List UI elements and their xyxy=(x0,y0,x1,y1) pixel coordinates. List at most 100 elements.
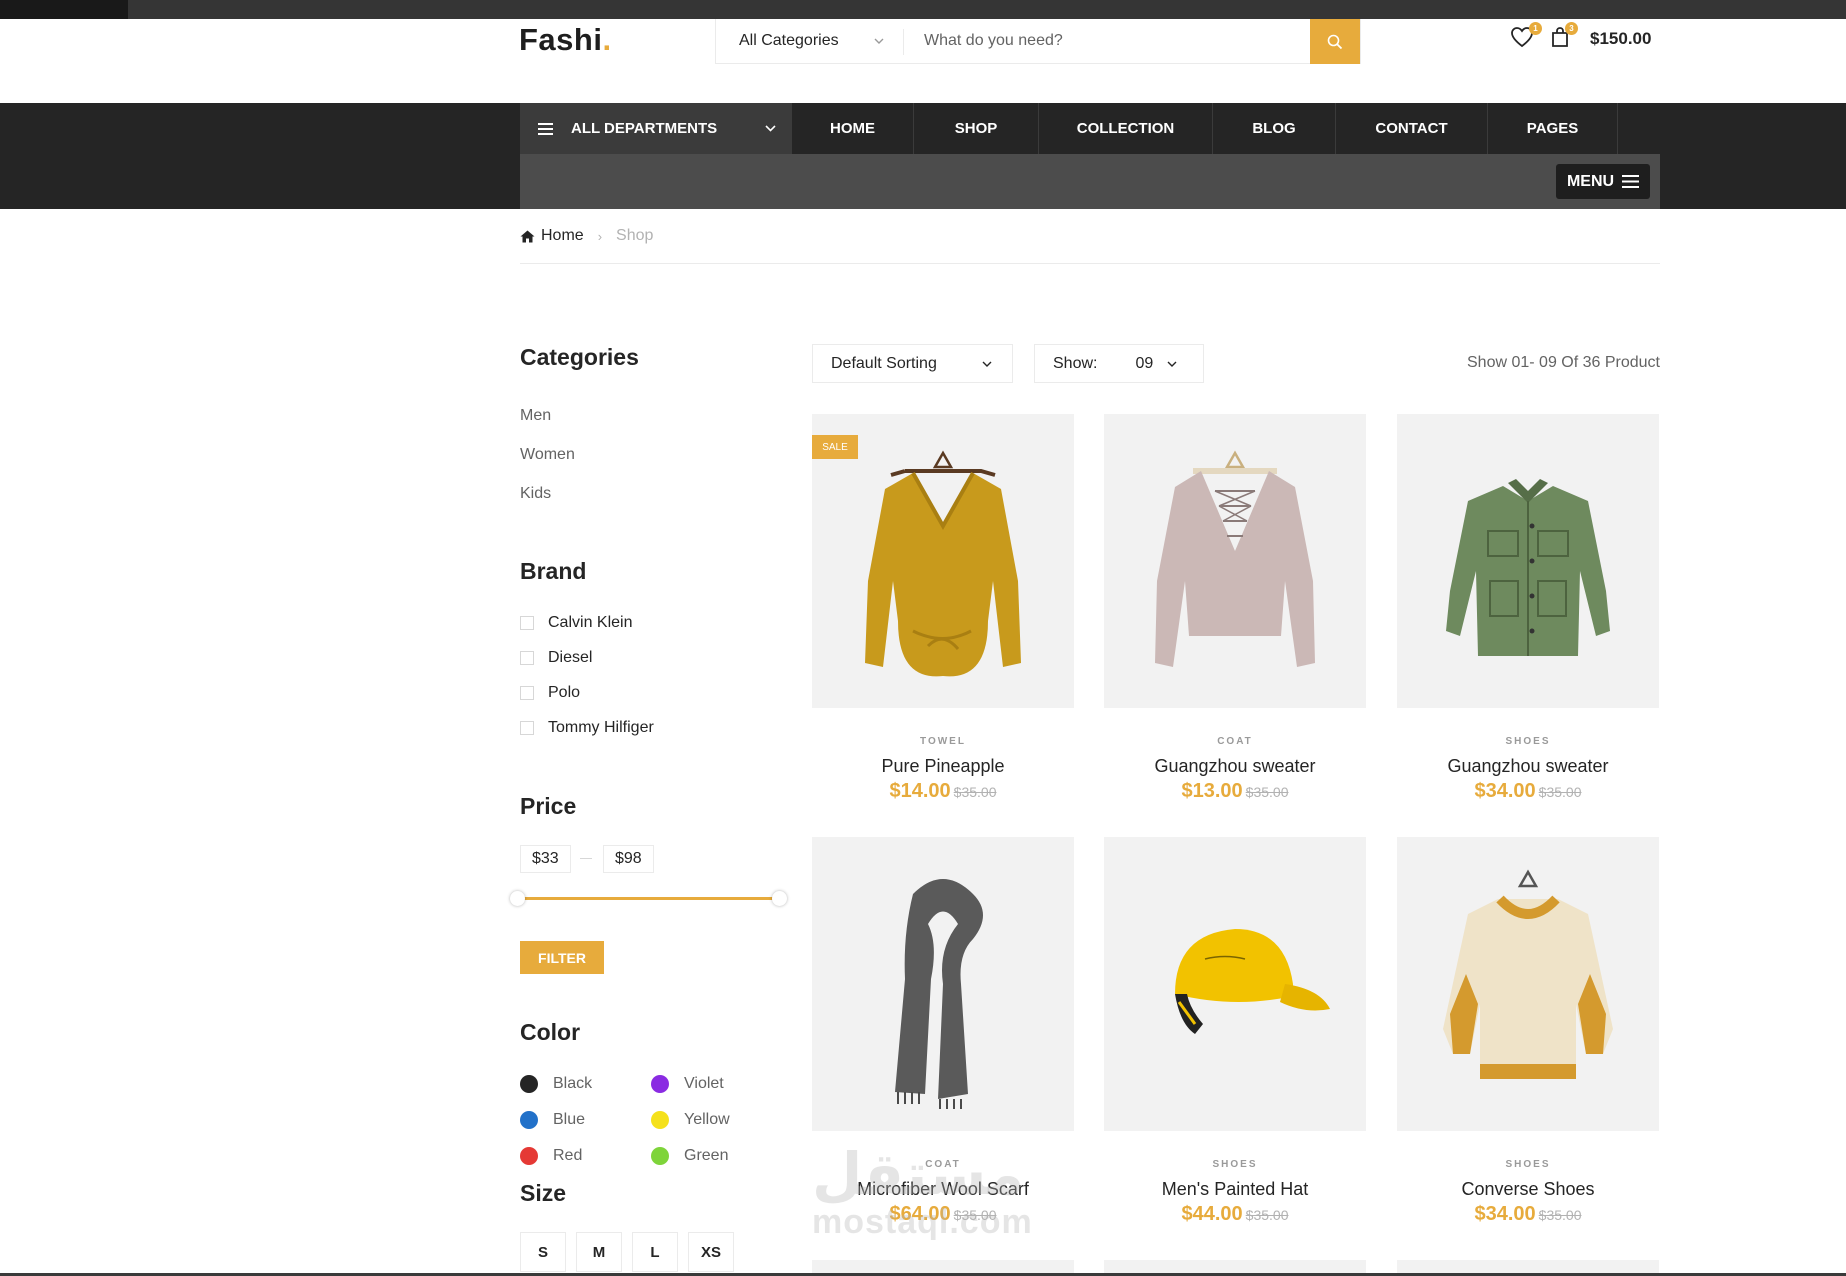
nav-item-shop[interactable]: SHOP xyxy=(914,103,1039,154)
category-select[interactable]: All Categories xyxy=(716,19,903,63)
checkbox[interactable] xyxy=(520,616,534,630)
cart-total[interactable]: $150.00 xyxy=(1590,29,1651,49)
product-image[interactable] xyxy=(812,837,1074,1131)
product-current-price: $64.00 xyxy=(889,1203,951,1225)
breadcrumb-divider xyxy=(520,263,1660,264)
all-departments-label: ALL DEPARTMENTS xyxy=(571,120,718,137)
result-count: Show 01- 09 Of 36 Product xyxy=(1467,354,1660,371)
show-value: 09 xyxy=(1135,354,1154,372)
color-swatch xyxy=(520,1147,538,1165)
product-price: $64.00 $35.00 xyxy=(812,1203,1074,1226)
all-departments-dropdown[interactable]: ALL DEPARTMENTS xyxy=(520,103,792,154)
size-option-s[interactable]: S xyxy=(520,1232,566,1272)
sorting-select[interactable]: Default Sorting xyxy=(812,344,1013,383)
brand-option-tommy-hilfiger[interactable]: Tommy Hilfiger xyxy=(520,719,654,737)
price-max-input[interactable]: $98 xyxy=(603,845,654,873)
product-category[interactable]: SHOES xyxy=(1104,1159,1366,1170)
mobile-menu-bar: MENU xyxy=(520,154,1660,209)
price-range-min-handle[interactable] xyxy=(510,891,525,906)
category-link-women[interactable]: Women xyxy=(520,446,575,464)
price-range-dash xyxy=(580,858,592,859)
product-card[interactable]: SHOES Guangzhou sweater $34.00 $35.00 xyxy=(1397,414,1659,803)
category-link-kids[interactable]: Kids xyxy=(520,485,551,503)
product-category[interactable]: COAT xyxy=(1104,736,1366,747)
product-card[interactable]: SALE TOWEL Pure Pineapple $14.00 $35.00 xyxy=(812,414,1074,803)
product-card[interactable]: SHOES Converse Shoes $34.00 $35.00 xyxy=(1397,837,1659,1226)
nav-item-home[interactable]: HOME xyxy=(792,103,914,154)
breadcrumb-current: Shop xyxy=(616,227,654,244)
product-image[interactable] xyxy=(1397,414,1659,708)
product-current-price: $14.00 xyxy=(889,780,951,802)
filter-button[interactable]: FILTER xyxy=(520,941,604,974)
price-title: Price xyxy=(520,793,577,819)
breadcrumb-home[interactable]: Home xyxy=(541,227,584,245)
color-option-blue[interactable]: Blue xyxy=(520,1111,585,1129)
checkbox[interactable] xyxy=(520,721,534,735)
search-bar: All Categories xyxy=(715,19,1361,64)
color-option-green[interactable]: Green xyxy=(651,1147,728,1165)
product-old-price: $35.00 xyxy=(1245,1207,1289,1223)
product-current-price: $13.00 xyxy=(1181,780,1243,802)
lilac-sweater-image xyxy=(1155,450,1315,667)
hamburger-icon xyxy=(538,122,553,135)
checkbox[interactable] xyxy=(520,651,534,665)
color-label: Violet xyxy=(684,1075,724,1092)
product-card[interactable]: COAT Guangzhou sweater $13.00 $35.00 xyxy=(1104,414,1366,803)
nav-item-collection[interactable]: COLLECTION xyxy=(1039,103,1213,154)
product-image[interactable] xyxy=(1397,837,1659,1131)
size-option-m[interactable]: M xyxy=(576,1232,622,1272)
product-name[interactable]: Converse Shoes xyxy=(1397,1179,1659,1200)
product-price: $34.00 $35.00 xyxy=(1397,1203,1659,1226)
cart-button[interactable]: 3 xyxy=(1550,22,1578,52)
product-category[interactable]: SHOES xyxy=(1397,736,1659,747)
category-select-value: All Categories xyxy=(739,32,839,49)
product-name[interactable]: Men's Painted Hat xyxy=(1104,1179,1366,1200)
product-image[interactable] xyxy=(1104,837,1366,1131)
brand-option-diesel[interactable]: Diesel xyxy=(520,649,592,667)
color-option-red[interactable]: Red xyxy=(520,1147,582,1165)
sale-badge: SALE xyxy=(812,435,858,459)
product-image[interactable] xyxy=(1104,414,1366,708)
color-option-violet[interactable]: Violet xyxy=(651,1075,724,1093)
product-old-price: $35.00 xyxy=(953,784,997,800)
product-category[interactable]: COAT xyxy=(812,1159,1074,1170)
menu-button[interactable]: MENU xyxy=(1556,164,1650,199)
product-category[interactable]: SHOES xyxy=(1397,1159,1659,1170)
product-price: $44.00 $35.00 xyxy=(1104,1203,1366,1226)
brand-label: Polo xyxy=(548,684,581,701)
wishlist-count-badge: 1 xyxy=(1529,22,1542,35)
search-button[interactable] xyxy=(1310,19,1360,64)
color-swatch xyxy=(520,1075,538,1093)
nav-item-contact[interactable]: CONTACT xyxy=(1336,103,1488,154)
product-current-price: $34.00 xyxy=(1474,1203,1536,1225)
product-name[interactable]: Pure Pineapple xyxy=(812,756,1074,777)
price-min-input[interactable]: $33 xyxy=(520,845,571,873)
search-input[interactable] xyxy=(904,19,1310,63)
brand-option-polo[interactable]: Polo xyxy=(520,684,580,702)
product-card[interactable]: COAT Microfiber Wool Scarf $64.00 $35.00 xyxy=(812,837,1074,1226)
logo[interactable]: Fashi. xyxy=(519,22,612,58)
product-name[interactable]: Microfiber Wool Scarf xyxy=(812,1179,1074,1200)
product-price: $34.00 $35.00 xyxy=(1397,780,1659,803)
product-name[interactable]: Guangzhou sweater xyxy=(1104,756,1366,777)
product-card[interactable]: SHOES Men's Painted Hat $44.00 $35.00 xyxy=(1104,837,1366,1226)
product-category[interactable]: TOWEL xyxy=(812,736,1074,747)
show-per-page-select[interactable]: Show: 09 xyxy=(1034,344,1204,383)
color-label: Yellow xyxy=(684,1111,730,1128)
chevron-down-icon xyxy=(1167,361,1177,367)
product-image[interactable]: SALE xyxy=(812,414,1074,708)
price-range-slider[interactable] xyxy=(518,897,782,900)
color-option-black[interactable]: Black xyxy=(520,1075,592,1093)
brand-option-calvin-klein[interactable]: Calvin Klein xyxy=(520,614,632,632)
category-link-men[interactable]: Men xyxy=(520,407,551,425)
size-option-xs[interactable]: XS xyxy=(688,1232,734,1272)
checkbox[interactable] xyxy=(520,686,534,700)
color-option-yellow[interactable]: Yellow xyxy=(651,1111,730,1129)
product-name[interactable]: Guangzhou sweater xyxy=(1397,756,1659,777)
size-option-l[interactable]: L xyxy=(632,1232,678,1272)
price-range-max-handle[interactable] xyxy=(772,891,787,906)
product-old-price: $35.00 xyxy=(1538,784,1582,800)
nav-item-blog[interactable]: BLOG xyxy=(1213,103,1336,154)
nav-item-pages[interactable]: PAGES xyxy=(1488,103,1618,154)
wishlist-button[interactable]: 1 xyxy=(1510,22,1542,52)
